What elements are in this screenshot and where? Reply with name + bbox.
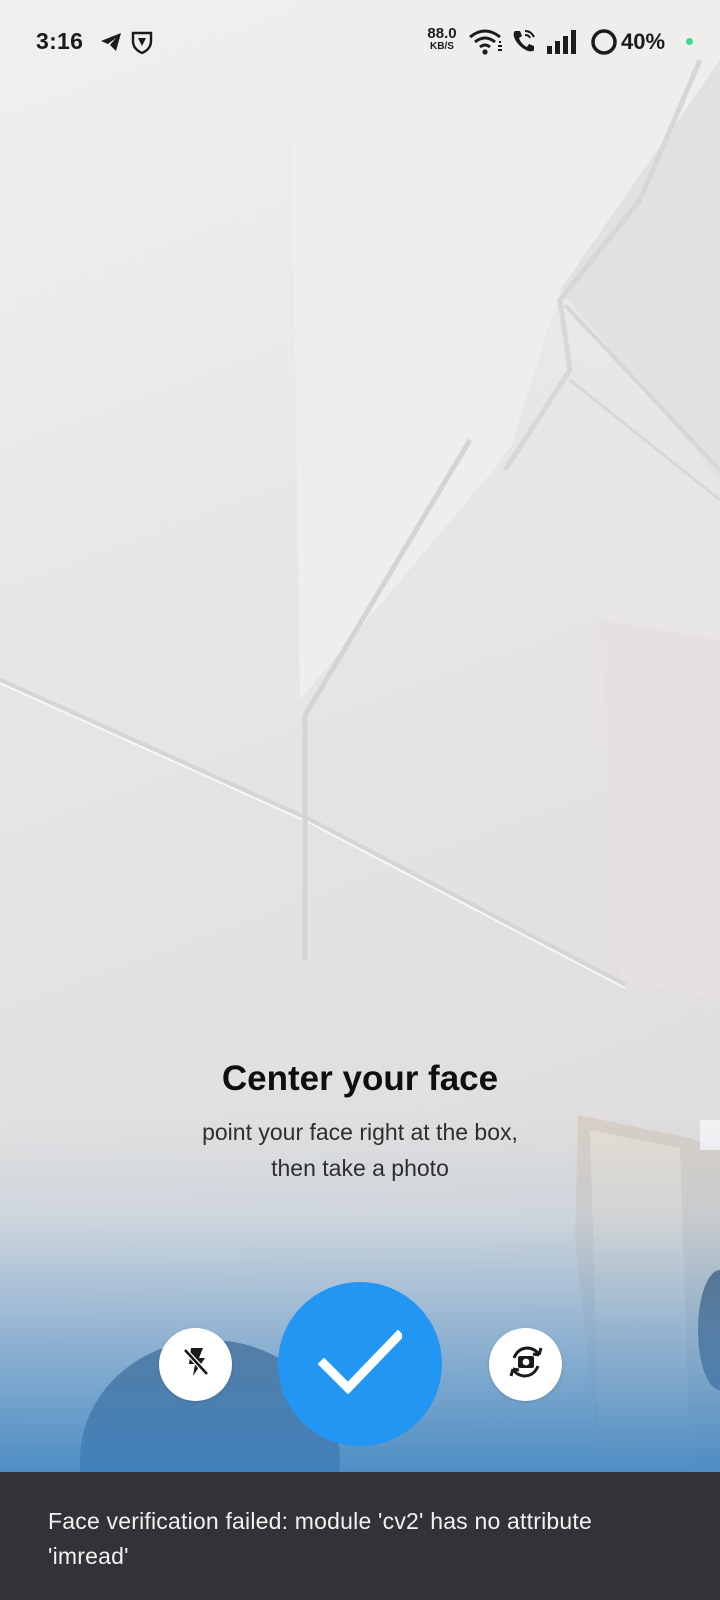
instruction-subtitle-line-1: point your face right at the box, [202, 1119, 518, 1145]
battery-ring-icon [590, 28, 618, 61]
instruction-title: Center your face [221, 1059, 499, 1098]
network-speed-value: 88.0 [427, 25, 457, 42]
telegram-icon [100, 32, 122, 57]
error-snackbar: Face verification failed: module 'cv2' h… [0, 1472, 720, 1600]
wifi-icon [468, 28, 504, 61]
face-instructions: Center your face point your face right a… [0, 1058, 720, 1186]
status-time: 3:16 [36, 28, 84, 54]
network-speed: 88.0 KB/S [421, 26, 463, 52]
switch-camera-button[interactable] [489, 1328, 562, 1401]
instruction-subtitle: point your face right at the box, then t… [0, 1114, 720, 1186]
flash-toggle-button[interactable] [159, 1328, 232, 1401]
camera-switch-icon [506, 1342, 546, 1387]
check-icon [317, 1329, 405, 1399]
flash-off-icon [179, 1345, 213, 1384]
snackbar-message: Face verification failed: module 'cv2' h… [48, 1508, 592, 1569]
capture-confirm-button[interactable] [278, 1282, 442, 1446]
charging-dot [686, 38, 693, 45]
vpn-shield-icon [131, 30, 153, 59]
signal-icon [546, 30, 578, 59]
status-bar: 3:16 88.0 KB/S 40% [0, 0, 720, 84]
network-speed-unit: KB/S [430, 41, 454, 52]
instruction-subtitle-line-2: then take a photo [271, 1155, 449, 1181]
wifi-calling-icon [511, 28, 537, 59]
camera-preview [0, 0, 720, 1472]
battery-percent: 40% [621, 29, 666, 54]
